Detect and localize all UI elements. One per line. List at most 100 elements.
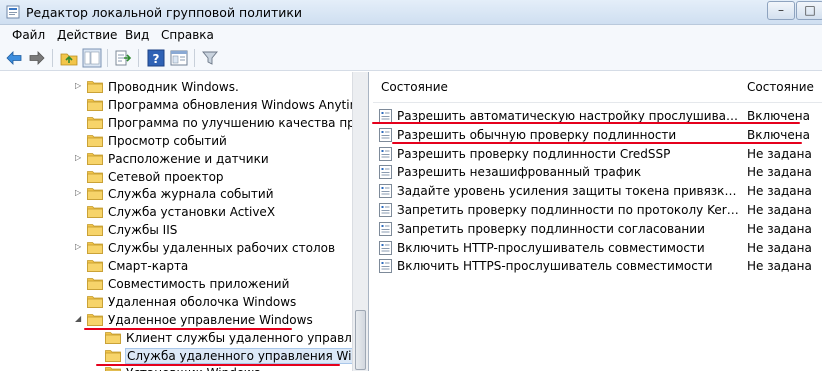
tree-item-label: Служба удаленного управления Window (125, 347, 368, 364)
expand-arrow-icon[interactable]: ▷ (75, 153, 83, 163)
properties-icon[interactable] (169, 48, 189, 68)
menu-view[interactable]: Вид (125, 28, 149, 42)
policy-state: Не задана (747, 259, 812, 274)
expand-arrow-icon[interactable] (75, 278, 83, 288)
back-arrow-icon[interactable] (4, 48, 24, 68)
policy-state: Включена (747, 127, 810, 142)
tree-item[interactable]: ◢ Удаленное управление Windows (0, 311, 352, 329)
policy-setting-icon (379, 165, 392, 180)
expand-arrow-icon[interactable] (75, 135, 83, 145)
tree-item[interactable]: Программа по улучшению качества програ (0, 114, 368, 132)
policy-row[interactable]: Разрешить проверку подлинности CredSSP Не… (373, 145, 822, 163)
expand-arrow-icon[interactable] (75, 99, 83, 109)
policy-row[interactable]: Включить HTTPS-прослушиватель совместимо… (373, 257, 822, 275)
folder-icon (105, 349, 121, 362)
expand-arrow-icon[interactable] (75, 260, 83, 270)
tree-item-label: Клиент службы удаленного управления (126, 330, 369, 345)
tree-scrollbar[interactable] (352, 72, 368, 371)
folder-icon (87, 242, 103, 254)
tree-item-label: Программа по улучшению качества програ (108, 115, 369, 130)
tree-item-label: Программа обновления Windows Anytime U (108, 97, 369, 112)
policy-name: Запретить проверку подлинности согласова… (397, 221, 705, 236)
forward-arrow-icon[interactable] (27, 48, 47, 68)
column-header-name[interactable]: Состояние (381, 80, 448, 102)
help-icon[interactable]: ? (146, 48, 166, 68)
expand-arrow-icon[interactable]: ▷ (75, 242, 83, 252)
tree-item[interactable]: Служба установки ActiveX (0, 203, 352, 221)
show-hide-tree-icon[interactable] (82, 48, 102, 68)
tree-item[interactable]: Сетевой проектор (0, 168, 352, 186)
tree-item[interactable]: Просмотр событий (0, 132, 352, 150)
tree-item[interactable]: Службы IIS (0, 221, 352, 239)
folder-icon (87, 277, 103, 290)
tree-item[interactable]: ▷ Службы удаленных рабочих столов (0, 239, 352, 257)
policy-name: Включить HTTP-прослушиватель совместимос… (397, 240, 705, 255)
policy-row[interactable]: Разрешить незашифрованный трафик Не задан… (373, 163, 822, 181)
folder-icon (87, 206, 103, 219)
column-header-state[interactable]: Состояние (747, 80, 814, 102)
menu-bar: Файл Действие Вид Справка (0, 25, 822, 45)
menu-file[interactable]: Файл (12, 28, 45, 42)
folder-icon (87, 116, 103, 129)
policy-state: Не задана (747, 184, 812, 199)
tree-item[interactable]: ▷ Расположение и датчики (0, 150, 352, 168)
policy-name: Разрешить незашифрованный трафик (397, 165, 642, 180)
tree-item[interactable]: Клиент службы удаленного управления (0, 329, 368, 347)
policy-list-pane: Состояние Состояние Разрешить автоматиче… (373, 72, 822, 371)
minimize-button[interactable]: – (767, 1, 795, 20)
policy-row[interactable]: Задайте уровень усиления защиты токена п… (373, 182, 822, 200)
policy-row[interactable]: Включить HTTP-прослушиватель совместимос… (373, 239, 822, 257)
tree-item[interactable]: Служба удаленного управления Window (0, 347, 368, 365)
policy-row[interactable]: Запретить проверку подлинности согласова… (373, 220, 822, 238)
policy-state: Не задана (747, 203, 812, 217)
expand-arrow-icon[interactable] (75, 171, 83, 181)
toolbar-separator (194, 49, 195, 67)
tree-item-label: Проводник Windows. (108, 80, 239, 94)
tree-item[interactable]: Программа обновления Windows Anytime U (0, 96, 368, 114)
expand-arrow-icon[interactable] (75, 332, 83, 342)
expand-arrow-icon[interactable] (75, 296, 83, 306)
tree-item[interactable]: Совместимость приложений (0, 275, 352, 293)
policy-setting-icon (379, 127, 392, 142)
tree-item[interactable]: ▷ Проводник Windows. (0, 78, 352, 96)
policy-name: Разрешить автоматическую настройку просл… (397, 109, 743, 123)
toolbar-separator (52, 49, 53, 67)
policy-name: Задайте уровень усиления защиты токена п… (397, 184, 743, 199)
tree-item-label: Просмотр событий (108, 133, 227, 148)
policy-name: Разрешить проверку подлинности CredSSP (397, 146, 671, 161)
expand-arrow-icon[interactable] (75, 367, 83, 371)
tree-item[interactable]: Удаленная оболочка Windows (0, 293, 352, 311)
expand-arrow-icon[interactable] (75, 224, 83, 234)
tree-item[interactable]: Смарт-карта (0, 257, 352, 275)
svg-text:?: ? (153, 52, 160, 66)
menu-help[interactable]: Справка (161, 28, 214, 42)
tree-item-label: Установщик Windows (126, 366, 260, 371)
policy-name: Запретить проверку подлинности по проток… (397, 203, 743, 217)
filter-icon[interactable] (200, 48, 220, 68)
expand-arrow-icon[interactable]: ◢ (75, 314, 83, 324)
annotation-underline (372, 122, 800, 124)
maximize-button[interactable]: □ (796, 1, 822, 20)
folder-icon (87, 98, 103, 111)
expand-arrow-icon[interactable] (75, 350, 83, 360)
export-list-icon[interactable] (113, 48, 133, 68)
annotation-underline (392, 142, 802, 144)
folder-icon (87, 152, 103, 165)
menu-action[interactable]: Действие (57, 28, 117, 42)
folder-icon (87, 134, 103, 147)
policy-state: Не задана (747, 221, 812, 236)
policy-row[interactable]: Запретить проверку подлинности по проток… (373, 201, 822, 219)
expand-arrow-icon[interactable]: ▷ (75, 81, 83, 91)
tree-item-label: Расположение и датчики (108, 151, 269, 166)
expand-arrow-icon[interactable] (75, 117, 83, 127)
folder-up-icon[interactable] (59, 48, 79, 68)
policy-setting-icon (379, 109, 392, 123)
tree-item[interactable]: ▷ Служба журнала событий (0, 185, 352, 203)
policy-state: Не задана (747, 146, 812, 161)
policy-name: Разрешить обычную проверку подлинности (397, 127, 677, 142)
policy-setting-icon (379, 146, 392, 161)
expand-arrow-icon[interactable] (75, 206, 83, 216)
folder-icon (105, 367, 121, 371)
expand-arrow-icon[interactable]: ▷ (75, 188, 83, 198)
scrollbar-thumb[interactable] (355, 310, 366, 370)
